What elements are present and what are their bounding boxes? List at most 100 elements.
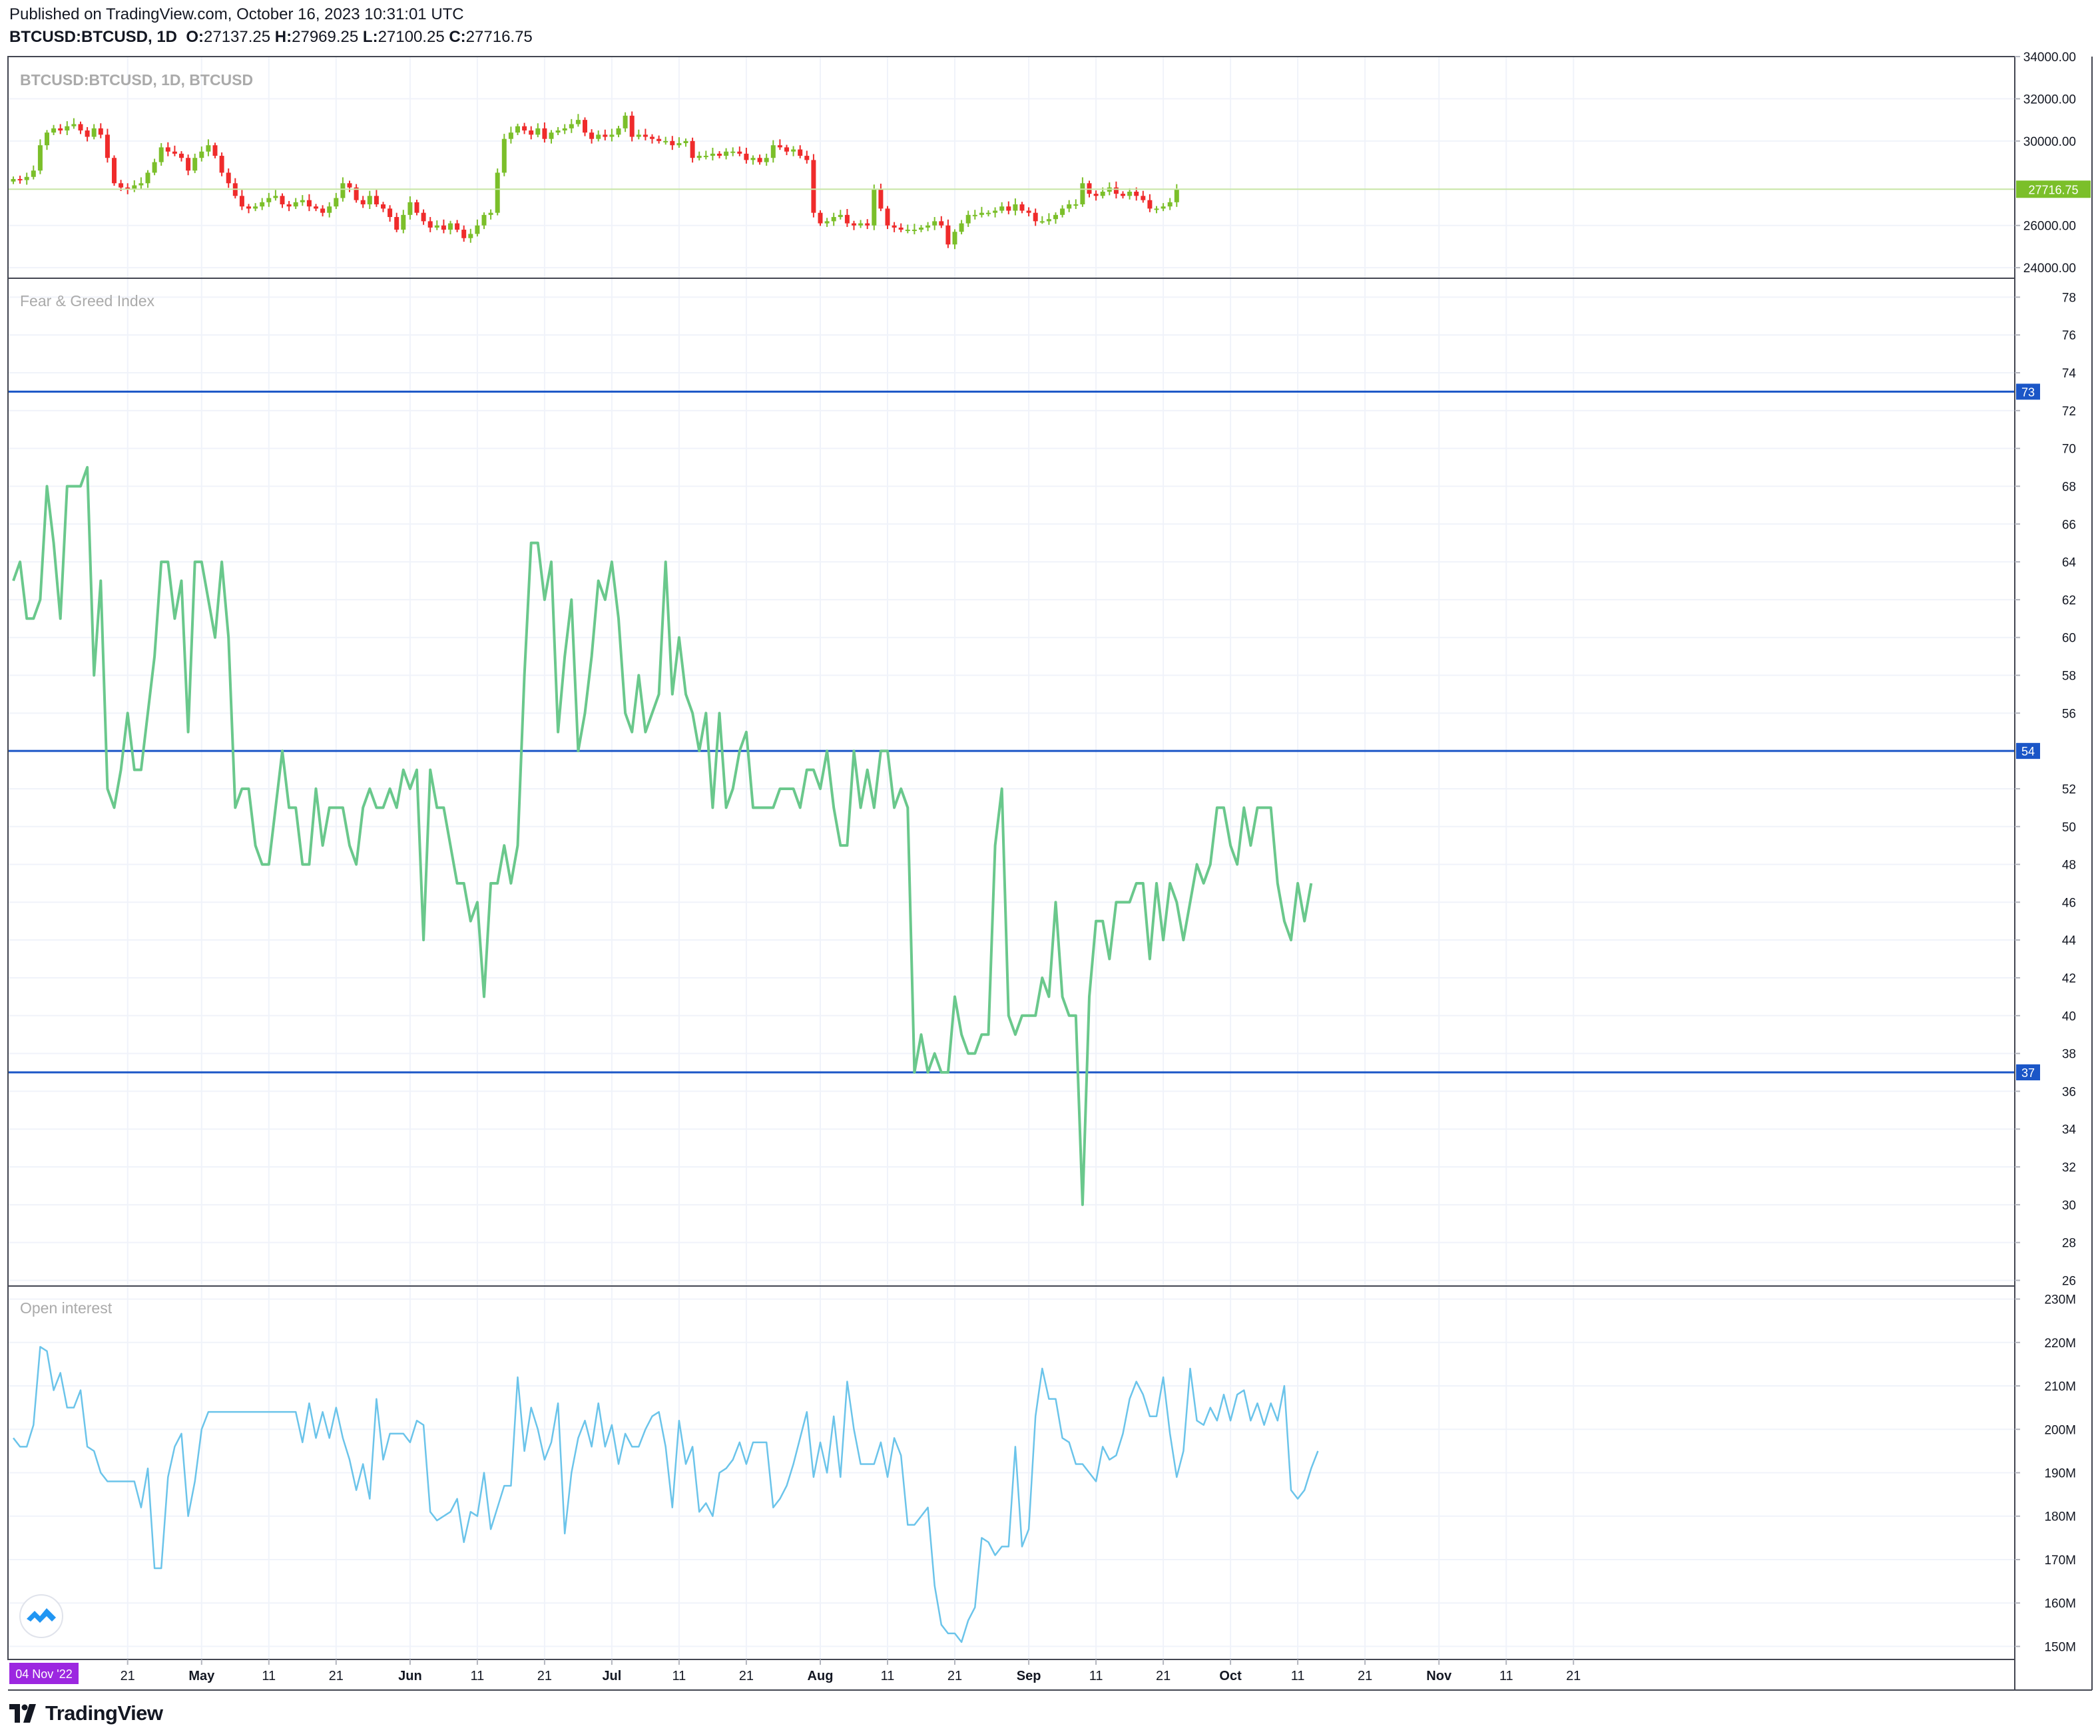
candle-body [905,230,910,232]
time-axis-label: 11 [1291,1669,1305,1683]
candle-body [750,158,756,160]
candle-body [616,128,621,135]
candle-body [78,124,83,130]
candle-body [91,128,97,137]
tradingview-logo[interactable]: TradingView [9,1700,163,1727]
candle-body [374,196,379,204]
candle-body [844,214,850,224]
candle-body [280,196,285,204]
candle-body [757,158,762,162]
candle-body [1026,210,1031,213]
time-axis-label: Jul [602,1669,621,1683]
candle-body [1134,191,1139,196]
candle-body [98,128,103,135]
candle-body [1100,191,1105,196]
pane-titles: BTCUSD:BTCUSD, 1D, BTCUSD Fear & Greed I… [20,71,253,1317]
candle-body [798,149,803,156]
chart-area[interactable]: 34000.00 32000.00 30000.00 26000.00 24000.00… [0,0,2100,1696]
open-interest-pane[interactable] [13,1346,1319,1643]
scale-label: 64 [2062,556,2077,570]
candle-body [212,145,218,156]
fear-greed-pane[interactable] [8,390,2015,1206]
scale-label: 150M [2044,1640,2076,1654]
candle-body [1053,214,1058,220]
candle-body [434,225,439,228]
candle-body [1033,212,1038,222]
candle-body [1073,204,1079,206]
candle-body [670,140,675,146]
fng-pane-title: Fear & Greed Index [20,292,154,310]
candle-body [475,225,480,234]
candle-body [199,151,204,158]
pane-border [7,278,2015,1287]
tradingview-wordmark: TradingView [45,1701,163,1725]
scale-label: 50 [2062,821,2076,835]
candle-body [919,227,923,230]
time-axis-label: 11 [1499,1669,1513,1683]
candle-body [266,198,272,202]
candle-body [206,145,211,152]
candle-body [367,196,372,204]
candle-body [1087,183,1092,194]
time-scale[interactable]: 21 May 11 21 Jun 11 21 Jul 11 21 Aug 11 21 Sep 11 21 Oct… [9,1659,1581,1684]
time-axis-label: 21 [121,1669,135,1683]
candle-body [858,223,864,226]
time-axis-label: 21 [537,1669,552,1683]
candle-body [71,124,77,126]
candle-body [636,134,641,137]
scale-label: 200M [2044,1423,2076,1437]
candle-body [495,172,500,213]
candle-body [152,162,157,173]
candle-body [744,153,749,160]
scale-label: 180M [2044,1510,2076,1524]
candle-body [1080,183,1085,204]
price-pane-title: BTCUSD:BTCUSD, 1D, BTCUSD [20,71,253,89]
candle-body [65,126,70,130]
level-label: 54 [2021,745,2035,758]
candle-body [986,212,991,214]
candle-body [138,183,144,186]
time-axis-label: 21 [1358,1669,1372,1683]
candle-body [286,204,292,207]
time-axis-label: Sep [1017,1669,1041,1683]
candle-body [529,130,534,135]
candle-body [1154,208,1159,210]
level-label: 73 [2021,385,2035,399]
scale-label: 60 [2062,632,2076,646]
candle-body [872,189,877,226]
candle-body [394,217,399,230]
scale-label: 48 [2062,859,2076,873]
fear-greed-series-line [12,466,1313,1206]
candle-body [892,225,897,228]
candle-body [925,225,931,228]
time-axis-label: 21 [329,1669,344,1683]
candle-body [838,214,843,218]
time-axis-label: 11 [672,1669,686,1683]
price-pane[interactable] [8,111,2015,250]
scale-label: 58 [2062,670,2076,684]
candle-body [508,132,513,139]
candle-body [347,183,352,188]
candle-body [360,200,366,204]
candle-body [690,140,695,158]
scale-label: 28 [2062,1237,2076,1251]
candle-body [898,227,904,230]
candle-body [1147,200,1153,209]
candle-body [1174,189,1179,202]
scale-label: 210M [2044,1380,2076,1394]
candle-body [972,214,977,216]
scale-label: 26000.00 [2023,220,2076,234]
candle-body [340,183,346,198]
time-axis-label: 21 [947,1669,962,1683]
scale-label: 160M [2044,1597,2076,1611]
candle-body [1039,221,1045,223]
candle-body [852,223,856,226]
candle-body [703,156,708,158]
candle-body [522,126,527,130]
scale-label: 62 [2062,594,2076,608]
candle-body [575,120,581,124]
price-scale[interactable]: 34000.00 32000.00 30000.00 26000.00 24000.00… [2015,51,2091,1654]
level-label: 37 [2021,1066,2035,1080]
candle-body [468,234,473,238]
candle-body [1093,194,1099,196]
